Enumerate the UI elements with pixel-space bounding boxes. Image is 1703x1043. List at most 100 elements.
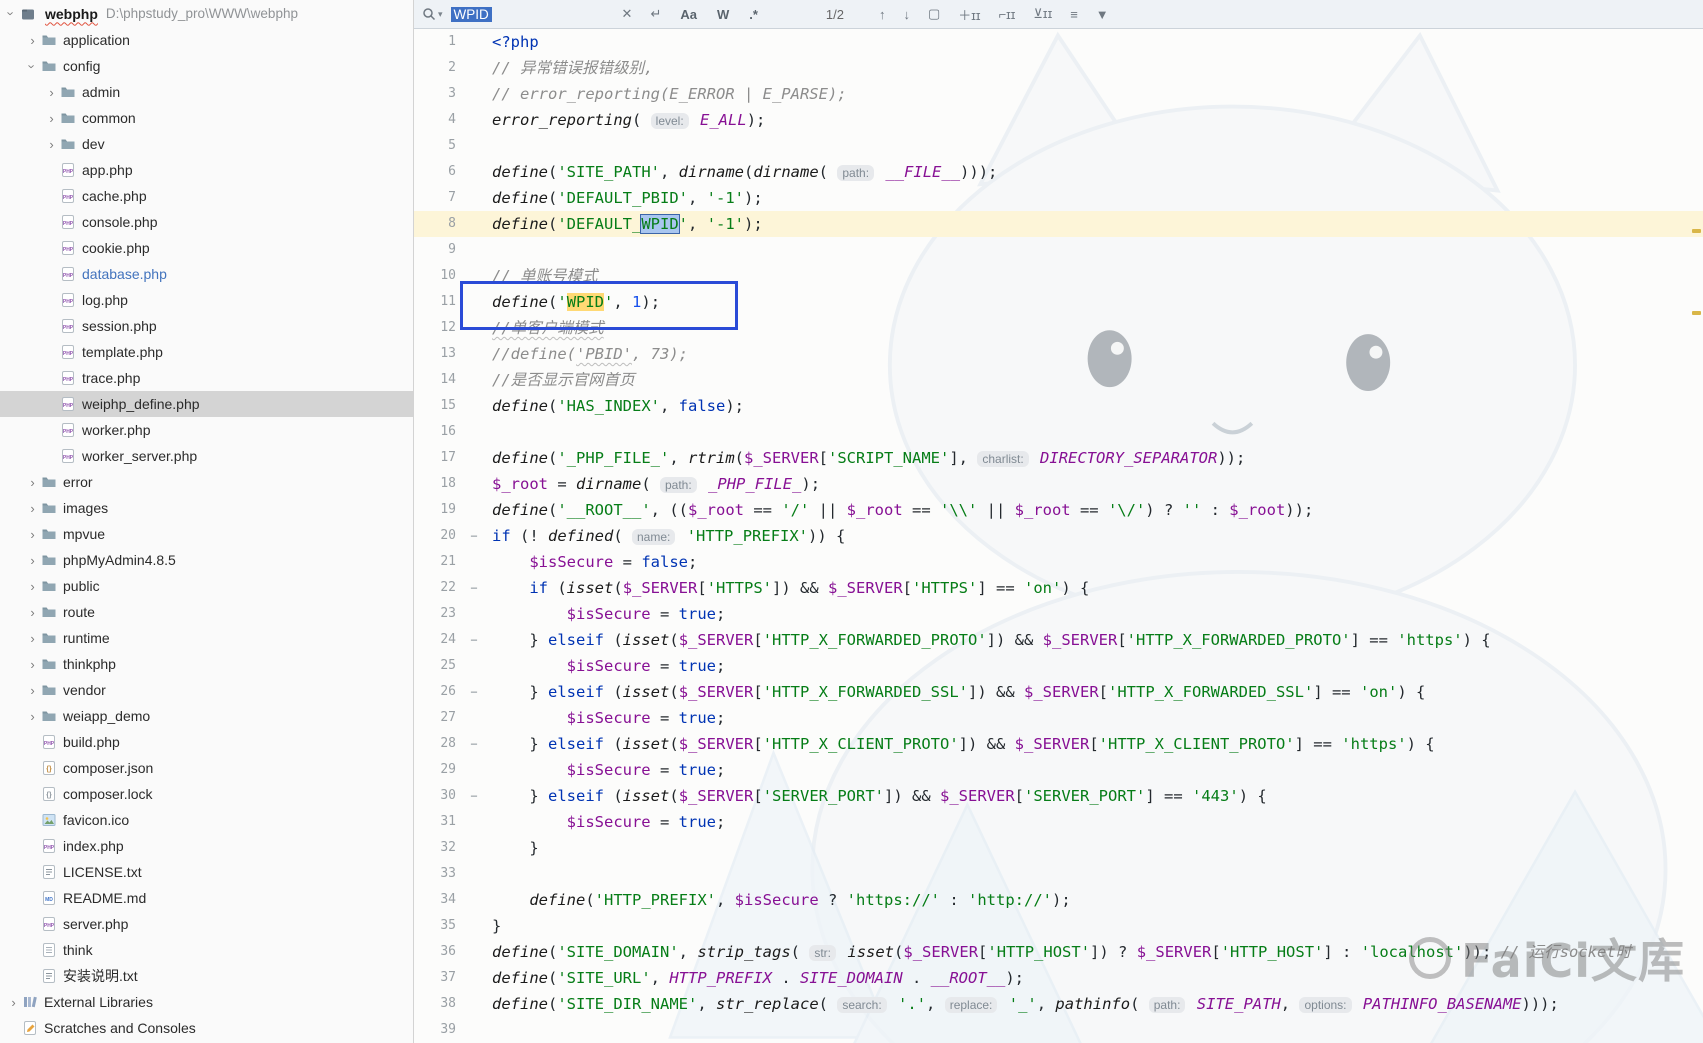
previous-occurrence-icon[interactable]: ↑: [879, 7, 886, 22]
line-number[interactable]: 10: [414, 263, 464, 289]
tree-item[interactable]: admin: [0, 79, 413, 105]
project-root-row[interactable]: webphp D:\phpstudy_pro\WWW\webphp: [0, 0, 413, 27]
line-number[interactable]: 21: [414, 549, 464, 575]
fold-icon[interactable]: −: [464, 627, 484, 653]
code-line[interactable]: 23 $isSecure = true;: [414, 601, 1703, 627]
tree-item[interactable]: PHPbuild.php: [0, 729, 413, 755]
scrollbar-match-mark[interactable]: [1692, 311, 1701, 315]
code-line[interactable]: 3// error_reporting(E_ERROR | E_PARSE);: [414, 81, 1703, 107]
fold-icon[interactable]: −: [464, 731, 484, 757]
open-results-in-new-window-icon[interactable]: ▢: [928, 6, 940, 22]
line-number[interactable]: 32: [414, 835, 464, 861]
tree-item[interactable]: runtime: [0, 625, 413, 651]
regex-toggle[interactable]: .*: [749, 7, 758, 22]
line-number[interactable]: 1: [414, 29, 464, 55]
newline-icon[interactable]: ↵: [650, 6, 661, 22]
tree-item[interactable]: {}composer.lock: [0, 781, 413, 807]
code-line[interactable]: 16: [414, 419, 1703, 445]
filter-funnel-icon[interactable]: ▼: [1096, 7, 1109, 22]
line-number[interactable]: 2: [414, 55, 464, 81]
match-case-toggle[interactable]: Aa: [680, 7, 697, 22]
line-number[interactable]: 3: [414, 81, 464, 107]
add-selection-icon[interactable]: ＋ɪɪ: [958, 5, 980, 24]
fold-icon[interactable]: −: [464, 679, 484, 705]
tree-item[interactable]: PHPworker.php: [0, 417, 413, 443]
code-line[interactable]: 31 $isSecure = true;: [414, 809, 1703, 835]
code-line[interactable]: 22− if (isset($_SERVER['HTTPS']) && $_SE…: [414, 575, 1703, 601]
chevron-collapsed-icon[interactable]: [25, 631, 40, 646]
chevron-collapsed-icon[interactable]: [6, 995, 21, 1010]
line-number[interactable]: 11: [414, 289, 464, 315]
tree-item[interactable]: External Libraries: [0, 989, 413, 1015]
tree-item[interactable]: common: [0, 105, 413, 131]
line-number[interactable]: 7: [414, 185, 464, 211]
tree-item[interactable]: application: [0, 27, 413, 53]
code-line[interactable]: 27 $isSecure = true;: [414, 705, 1703, 731]
line-number[interactable]: 30: [414, 783, 464, 809]
filter-options-icon[interactable]: ≡: [1070, 7, 1078, 22]
line-number[interactable]: 29: [414, 757, 464, 783]
code-line[interactable]: 10// 单账号模式: [414, 263, 1703, 289]
code-line[interactable]: 25 $isSecure = true;: [414, 653, 1703, 679]
tree-item[interactable]: PHPserver.php: [0, 911, 413, 937]
chevron-collapsed-icon[interactable]: [25, 579, 40, 594]
tree-item[interactable]: {}composer.json: [0, 755, 413, 781]
code-line[interactable]: 15define('HAS_INDEX', false);: [414, 393, 1703, 419]
chevron-collapsed-icon[interactable]: [44, 111, 59, 126]
code-line[interactable]: 24− } elseif (isset($_SERVER['HTTP_X_FOR…: [414, 627, 1703, 653]
tree-item[interactable]: vendor: [0, 677, 413, 703]
chevron-collapsed-icon[interactable]: [25, 33, 40, 48]
code-line[interactable]: 33: [414, 861, 1703, 887]
code-line[interactable]: 1<?php: [414, 29, 1703, 55]
line-number[interactable]: 5: [414, 133, 464, 159]
tree-item[interactable]: think: [0, 937, 413, 963]
code-line[interactable]: 6define('SITE_PATH', dirname(dirname( pa…: [414, 159, 1703, 185]
code-line[interactable]: 13//define('PBID', 73);: [414, 341, 1703, 367]
line-number[interactable]: 17: [414, 445, 464, 471]
code-line[interactable]: 21 $isSecure = false;: [414, 549, 1703, 575]
chevron-collapsed-icon[interactable]: [25, 657, 40, 672]
fold-icon[interactable]: −: [464, 575, 484, 601]
line-number[interactable]: 16: [414, 419, 464, 445]
tree-item[interactable]: MDREADME.md: [0, 885, 413, 911]
code-line[interactable]: 20−if (! defined( name: 'HTTP_PREFIX')) …: [414, 523, 1703, 549]
search-input[interactable]: WPID: [451, 4, 613, 24]
code-line[interactable]: 12//单客户端模式: [414, 315, 1703, 341]
line-number[interactable]: 13: [414, 341, 464, 367]
code-line[interactable]: 7define('DEFAULT_PBID', '-1');: [414, 185, 1703, 211]
line-number[interactable]: 27: [414, 705, 464, 731]
code-line[interactable]: 39: [414, 1017, 1703, 1043]
tree-item[interactable]: mpvue: [0, 521, 413, 547]
chevron-expanded-icon[interactable]: [25, 59, 40, 74]
code-line[interactable]: 4error_reporting( level: E_ALL);: [414, 107, 1703, 133]
line-number[interactable]: 37: [414, 965, 464, 991]
chevron-collapsed-icon[interactable]: [25, 475, 40, 490]
line-number[interactable]: 19: [414, 497, 464, 523]
tree-item[interactable]: PHPweiphp_define.php: [0, 391, 413, 417]
chevron-collapsed-icon[interactable]: [25, 553, 40, 568]
line-number[interactable]: 35: [414, 913, 464, 939]
line-number[interactable]: 9: [414, 237, 464, 263]
tree-item[interactable]: PHPsession.php: [0, 313, 413, 339]
tree-item[interactable]: PHPcache.php: [0, 183, 413, 209]
line-number[interactable]: 36: [414, 939, 464, 965]
code-line[interactable]: 26− } elseif (isset($_SERVER['HTTP_X_FOR…: [414, 679, 1703, 705]
tree-item[interactable]: phpMyAdmin4.8.5: [0, 547, 413, 573]
tree-item[interactable]: route: [0, 599, 413, 625]
line-number[interactable]: 25: [414, 653, 464, 679]
line-number[interactable]: 39: [414, 1017, 464, 1043]
clear-search-icon[interactable]: ✕: [622, 6, 633, 22]
line-number[interactable]: 33: [414, 861, 464, 887]
line-number[interactable]: 4: [414, 107, 464, 133]
tree-item[interactable]: images: [0, 495, 413, 521]
tree-item[interactable]: PHPlog.php: [0, 287, 413, 313]
chevron-expanded-icon[interactable]: [4, 6, 19, 21]
line-number[interactable]: 38: [414, 991, 464, 1017]
line-number[interactable]: 15: [414, 393, 464, 419]
line-number[interactable]: 26: [414, 679, 464, 705]
tree-item[interactable]: PHPtemplate.php: [0, 339, 413, 365]
fold-icon[interactable]: −: [464, 523, 484, 549]
line-number[interactable]: 22: [414, 575, 464, 601]
code-line[interactable]: 8define('DEFAULT_WPID', '-1');: [414, 211, 1703, 237]
line-number[interactable]: 12: [414, 315, 464, 341]
